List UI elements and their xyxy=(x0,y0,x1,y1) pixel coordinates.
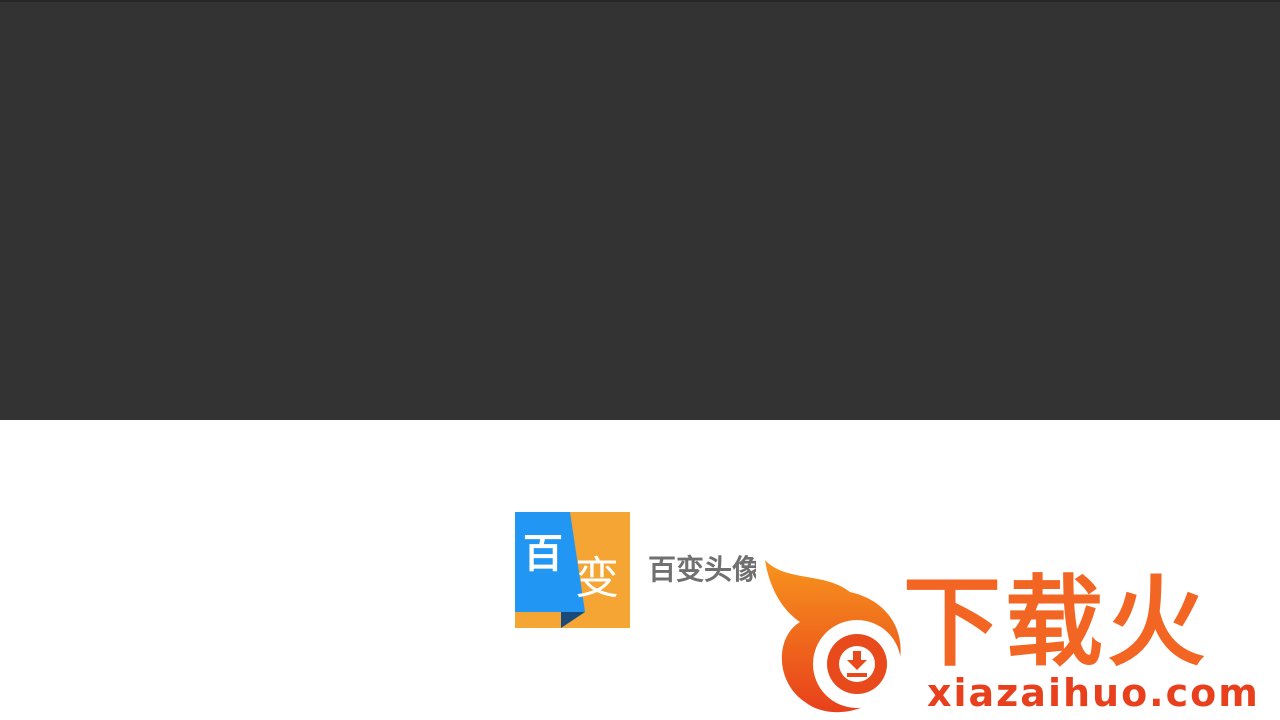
video-area xyxy=(0,0,1280,420)
logo-char-bian: 变 xyxy=(575,553,619,604)
watermark-title: 下载火 xyxy=(903,566,1210,680)
logo-char-bai: 百 xyxy=(523,531,563,577)
watermark: 下载火 xiazaihuo.com xyxy=(755,552,1280,720)
app-name: 百变头像 xyxy=(648,553,756,586)
flame-download-icon xyxy=(765,560,901,713)
app-logo: 百 变 xyxy=(515,512,630,628)
screen: 百 变 百变头像 下载火 xiazaihuo.com xyxy=(0,0,1280,720)
watermark-url: xiazaihuo.com xyxy=(927,671,1260,715)
